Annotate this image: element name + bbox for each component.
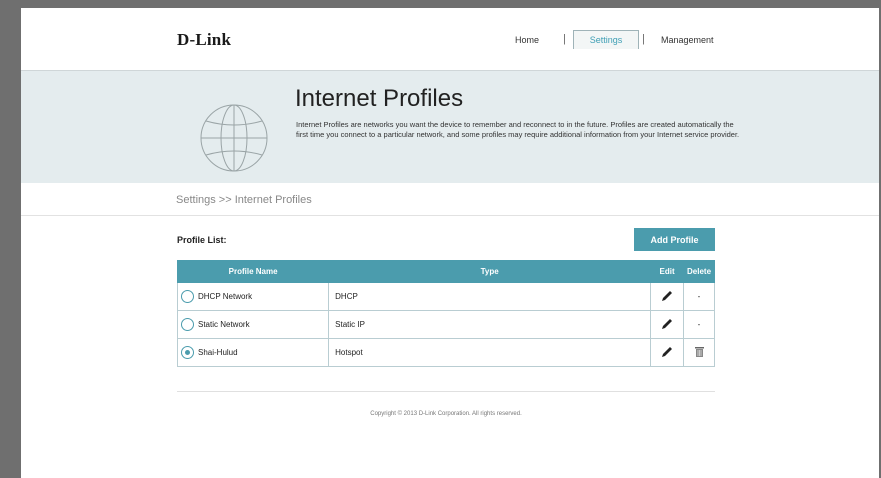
column-header-profile-name: Profile Name (176, 260, 330, 283)
profile-name: Shai-Hulud (198, 348, 238, 357)
profile-radio-button[interactable] (181, 290, 194, 303)
top-navigation-bar: D-Link Home | Settings | Management (21, 8, 879, 71)
profile-type-cell: Hotspot (328, 338, 652, 367)
router-admin-page: D-Link Home | Settings | Management Inte… (21, 8, 879, 478)
delete-cell: - (683, 282, 715, 311)
table-header-row: Profile Name Type Edit Delete (176, 260, 715, 283)
table-row: DHCP Network DHCP - (176, 282, 715, 311)
pencil-icon[interactable] (660, 289, 674, 303)
breadcrumb-bar: Settings >> Internet Profiles (21, 183, 879, 216)
profile-name: Static Network (198, 320, 250, 329)
profile-type: Static IP (335, 320, 365, 329)
profile-radio-button[interactable] (181, 318, 194, 331)
profile-name-cell: Shai-Hulud (176, 338, 330, 367)
column-header-edit: Edit (650, 260, 685, 283)
profile-type-cell: DHCP (328, 282, 652, 311)
table-row: Shai-Hulud Hotspot (176, 338, 715, 367)
copyright-footer: Copyright © 2013 D-Link Corporation. All… (370, 411, 522, 417)
footer-divider (177, 391, 715, 392)
profile-name-cell: Static Network (176, 310, 330, 339)
trash-icon[interactable] (694, 346, 705, 358)
page-title: Internet Profiles (295, 85, 464, 112)
dlink-logo: D-Link (177, 30, 232, 49)
globe-icon (200, 104, 268, 172)
add-profile-button[interactable]: Add Profile (634, 228, 715, 251)
delete-cell (683, 338, 715, 367)
profile-table: Profile Name Type Edit Delete DHCP Netwo… (176, 260, 715, 367)
profile-name: DHCP Network (198, 292, 253, 301)
column-header-type: Type (328, 260, 652, 283)
breadcrumb: Settings >> Internet Profiles (176, 194, 312, 206)
profile-type: Hotspot (335, 348, 363, 357)
profile-radio-button-selected[interactable] (181, 346, 194, 359)
profile-type-cell: Static IP (328, 310, 652, 339)
table-row: Static Network Static IP - (176, 310, 715, 339)
pencil-icon[interactable] (660, 317, 674, 331)
nav-management-link[interactable]: Management (661, 35, 714, 45)
column-header-delete: Delete (683, 260, 715, 283)
delete-cell: - (683, 310, 715, 339)
nav-home-link[interactable]: Home (515, 35, 539, 45)
edit-cell (650, 310, 685, 339)
pencil-icon[interactable] (660, 345, 674, 359)
edit-cell (650, 338, 685, 367)
profile-type: DHCP (335, 292, 358, 301)
nav-separator: | (642, 33, 645, 45)
nav-settings-tab[interactable]: Settings (573, 30, 639, 49)
page-description: Internet Profiles are networks you want … (296, 120, 740, 139)
profile-list-label: Profile List: (177, 235, 227, 245)
page-header-banner: Internet Profiles Internet Profiles are … (21, 71, 879, 183)
profile-name-cell: DHCP Network (176, 282, 330, 311)
nav-separator: | (563, 33, 566, 45)
edit-cell (650, 282, 685, 311)
